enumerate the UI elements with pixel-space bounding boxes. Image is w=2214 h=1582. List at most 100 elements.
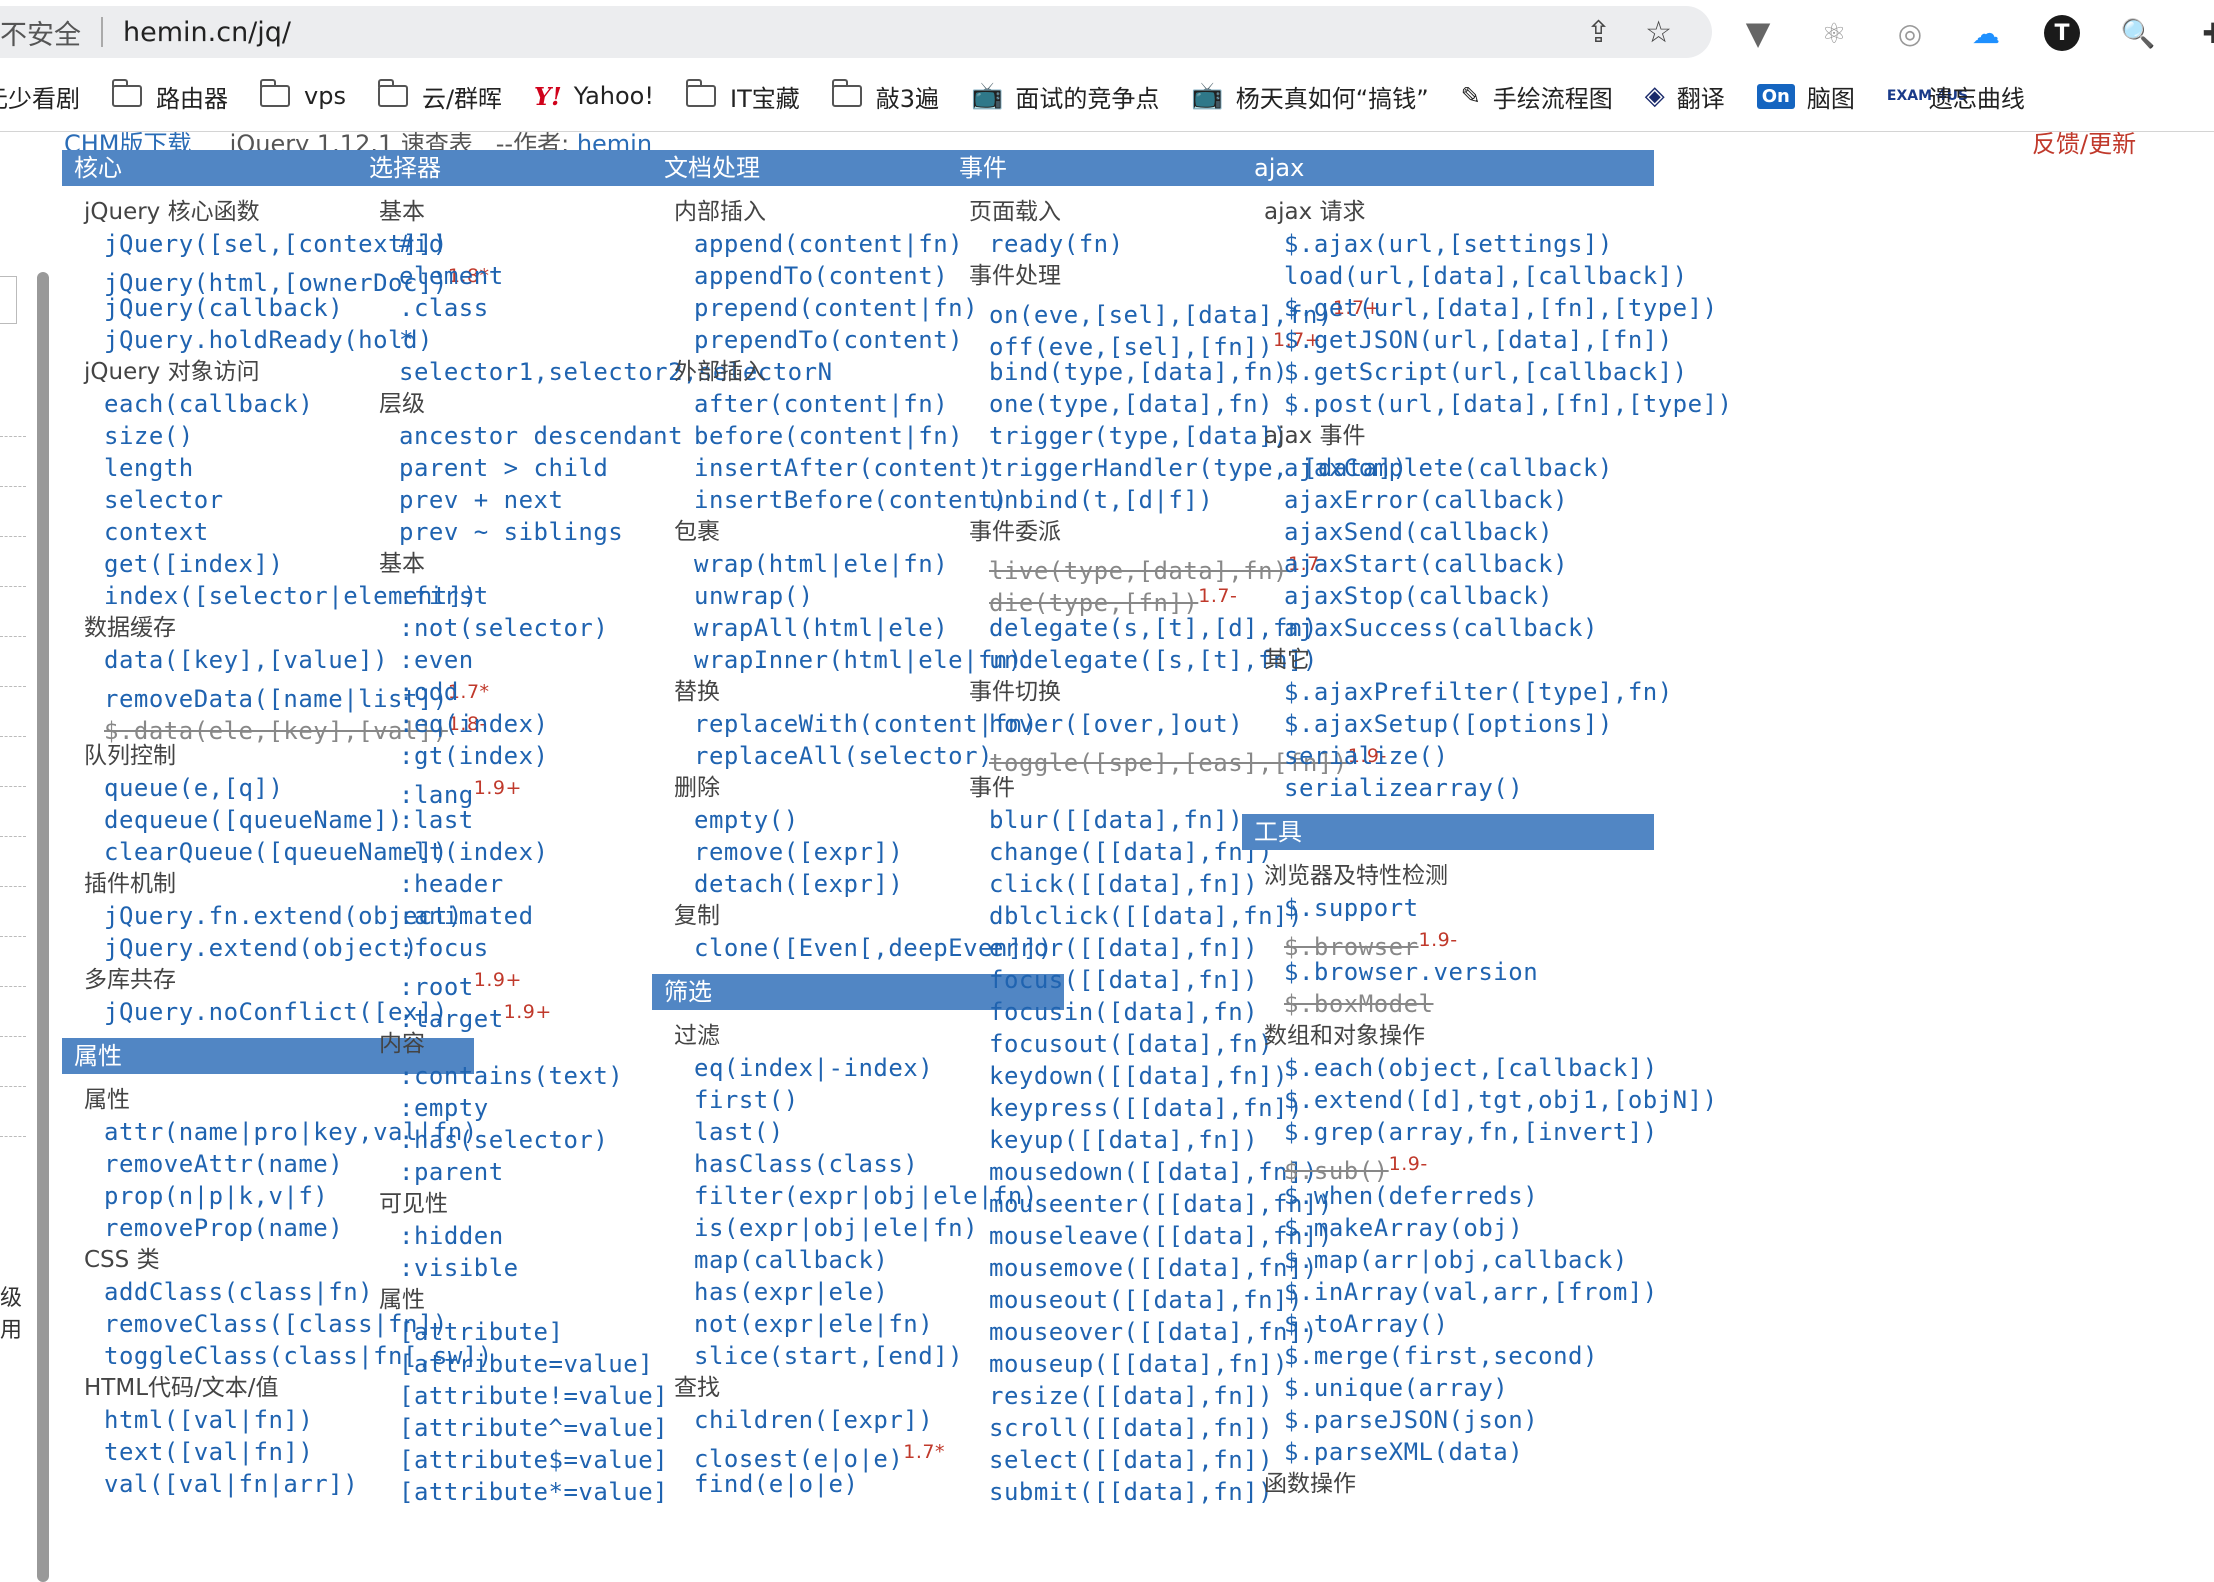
version-badge: 1.9- [1418, 929, 1458, 951]
api-link[interactable]: $.makeArray(obj) [1242, 1212, 1654, 1244]
api-link[interactable]: $.ajax(url,[settings]) [1242, 228, 1654, 260]
version-badge: 1.9- [1388, 1153, 1428, 1175]
api-link[interactable]: ajaxSuccess(callback) [1242, 612, 1654, 644]
api-link-text: :has(selector) [399, 1126, 609, 1154]
api-link-text: remove([expr]) [694, 838, 904, 866]
api-link[interactable]: ajaxStart(callback) [1242, 548, 1654, 580]
api-link[interactable]: $.browser1.9- [1242, 924, 1654, 961]
api-link[interactable]: $.getScript(url,[callback]) [1242, 356, 1687, 388]
api-link-text: ajaxError(callback) [1284, 486, 1569, 514]
api-link-text: after(content|fn) [694, 390, 949, 418]
bookmark-item[interactable]: vps [260, 79, 346, 110]
api-link[interactable]: ajaxStop(callback) [1242, 580, 1654, 612]
api-link[interactable]: $.parseXML(data) [1242, 1436, 1654, 1468]
sidebar-divider [0, 1136, 26, 1137]
bookmark-item[interactable]: 📺 面试的竞争点 [971, 79, 1159, 114]
api-link[interactable]: ajaxComplete(callback) [1242, 452, 1654, 484]
api-link[interactable]: $.extend([d],tgt,obj1,[objN]) [1242, 1084, 1717, 1116]
sidebar-search-input[interactable] [0, 276, 17, 324]
api-link[interactable]: $.grep(array,fn,[invert]) [1242, 1116, 1657, 1148]
api-link-text: prependTo(content) [694, 326, 964, 354]
api-link-text: :animated [399, 902, 534, 930]
bookmark-label: 元少看剧 [0, 84, 80, 113]
api-link-text: $.ajax(url,[settings]) [1284, 230, 1613, 258]
api-link-text: map(callback) [694, 1246, 889, 1274]
sidebar-scrollbar[interactable] [37, 272, 49, 1582]
api-link[interactable]: $.unique(array) [1242, 1372, 1654, 1404]
api-link[interactable]: $.parseJSON(json) [1242, 1404, 1654, 1436]
security-indicator[interactable]: 不安全 [0, 13, 81, 52]
api-link-text: [attribute$=value] [399, 1446, 669, 1474]
bookmark-item[interactable]: ◈ 翻译 [1645, 79, 1725, 114]
api-link[interactable]: $.support [1242, 892, 1654, 924]
api-link-text: hasClass(class) [694, 1150, 919, 1178]
bookmark-item[interactable]: EXAM 4US 遗忘曲线 [1887, 79, 2025, 114]
bookmark-item[interactable]: 路由器 [112, 79, 228, 114]
bookmark-item[interactable]: IT宝藏 [685, 79, 800, 114]
api-link[interactable]: serializearray() [1242, 772, 1654, 804]
api-link[interactable]: $.post(url,[data],[fn],[type]) [1242, 388, 1732, 420]
folder-icon [260, 79, 290, 107]
cloud-icon[interactable]: ☁ [1968, 15, 2004, 51]
api-link-text: [attribute=value] [399, 1350, 654, 1378]
pen-icon: ✎ [1460, 82, 1481, 110]
bookmark-item[interactable]: ✎ 手绘流程图 [1461, 79, 1613, 114]
api-link-text: :contains(text) [399, 1062, 624, 1090]
api-link-text: addClass(class|fn) [104, 1278, 374, 1306]
api-link-text: click([[data],fn]) [989, 870, 1259, 898]
typora-icon[interactable]: T [2044, 15, 2080, 51]
api-link-text: ajaxStart(callback) [1284, 550, 1569, 578]
api-link[interactable]: $.merge(first,second) [1242, 1340, 1654, 1372]
api-link[interactable]: $.when(deferreds) [1242, 1180, 1654, 1212]
api-link-text: :gt(index) [399, 742, 549, 770]
api-link-text: parent > child [399, 454, 609, 482]
api-link[interactable]: $.toArray() [1242, 1308, 1654, 1340]
group-title: 浏览器及特性检测 [1264, 863, 1448, 889]
api-link[interactable]: serialize() [1242, 740, 1654, 772]
api-link[interactable]: load(url,[data],[callback]) [1242, 260, 1687, 292]
puzzle-icon[interactable]: ✚ [2196, 15, 2214, 51]
api-link[interactable]: $.getJSON(url,[data],[fn]) [1242, 324, 1672, 356]
api-link[interactable]: $.boxModel [1242, 988, 1654, 1020]
api-link[interactable]: $.inArray(val,arr,[from]) [1242, 1276, 1657, 1308]
sidebar-divider [0, 586, 26, 587]
bookmark-item[interactable]: Y! Yahoo! [534, 82, 654, 111]
api-link[interactable]: $.get(url,[data],[fn],[type]) [1242, 292, 1717, 324]
bookmark-item[interactable]: 云/群晖 [377, 79, 503, 114]
api-link-text: :hidden [399, 1222, 504, 1250]
api-link-text: ajaxStop(callback) [1284, 582, 1554, 610]
api-link[interactable]: $.each(object,[callback]) [1242, 1052, 1657, 1084]
api-link[interactable]: $.ajaxSetup([options]) [1242, 708, 1654, 740]
bookmark-item[interactable]: 敲3遍 [831, 79, 939, 114]
cheatsheet-page: CHM版下载 jQuery 1.12.1 速查表 --作者: hemin 反馈/… [52, 132, 2214, 1506]
bookmark-item[interactable]: 📺 杨天真如何“搞钱” [1191, 79, 1428, 114]
api-link[interactable]: $.map(arr|obj,callback) [1242, 1244, 1654, 1276]
api-link[interactable]: ajaxError(callback) [1242, 484, 1654, 516]
api-link-text: focus([[data],fn]) [989, 966, 1259, 994]
column-5: ajax ajax 请求 $.ajax(url,[settings]) load(ur… [1242, 150, 1732, 1500]
address-bar[interactable]: 不安全 hemin.cn/jq/ ⇪ ☆ [0, 6, 1712, 58]
share-icon[interactable]: ⇪ [1586, 15, 1611, 50]
feedback-link[interactable]: 反馈/更新 [2032, 132, 2136, 159]
camera-icon[interactable]: ◎ [1892, 15, 1928, 51]
url-text[interactable]: hemin.cn/jq/ [123, 17, 291, 48]
api-link[interactable]: $.ajaxPrefilter([type],fn) [1242, 676, 1672, 708]
api-link-text: $.ajaxSetup([options]) [1284, 710, 1613, 738]
bookmark-label: Yahoo! [573, 82, 654, 110]
bookmark-item[interactable]: On 脑图 [1756, 79, 1855, 114]
star-icon[interactable]: ☆ [1645, 15, 1672, 50]
react-icon[interactable]: ⚛ [1816, 15, 1852, 51]
api-link-text: focusin([data],fn) [989, 998, 1259, 1026]
api-link[interactable]: $.browser.version [1242, 956, 1654, 988]
api-link-text: :odd [399, 678, 459, 706]
vivaldi-icon[interactable]: ▼ [1740, 14, 1776, 52]
api-link[interactable]: ajaxSend(callback) [1242, 516, 1654, 548]
api-link[interactable]: $.sub()1.9- [1242, 1148, 1654, 1185]
zoom-icon[interactable]: 🔍 [2120, 15, 2156, 51]
bookmark-item[interactable]: 元少看剧 [0, 79, 80, 114]
sidebar-divider [0, 986, 26, 987]
api-link-text: :focus [399, 934, 489, 962]
folder-icon [685, 79, 716, 107]
bookmark-label: 云/群晖 [421, 84, 503, 113]
sidebar-divider [0, 1036, 26, 1037]
